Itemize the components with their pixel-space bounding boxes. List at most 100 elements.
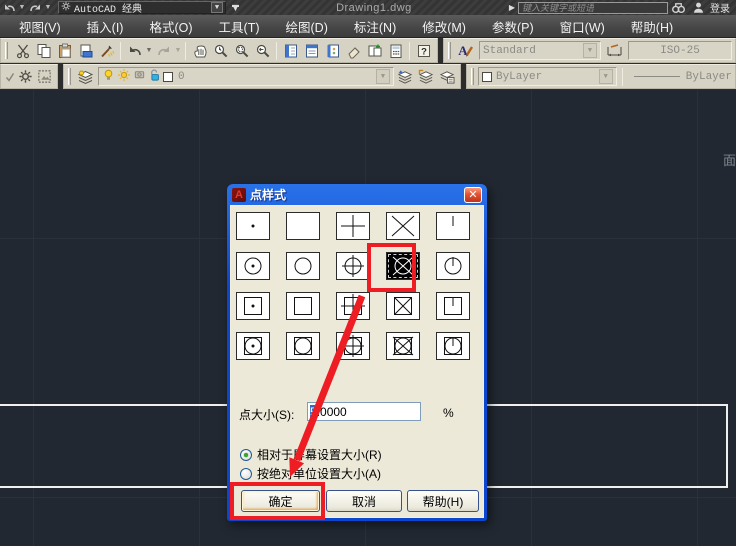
point-style-cell-circle-square-dot[interactable] bbox=[236, 332, 270, 360]
toolbar-grip[interactable] bbox=[471, 68, 474, 85]
dialog-titlebar[interactable]: A 点样式 ✕ bbox=[230, 184, 484, 205]
point-style-cell-square-tick[interactable] bbox=[436, 292, 470, 320]
match-properties-icon[interactable] bbox=[96, 40, 117, 61]
make-object-layer-current-icon[interactable] bbox=[394, 66, 415, 87]
sheet-set-manager-icon[interactable] bbox=[343, 40, 364, 61]
text-style-icon[interactable]: A bbox=[455, 40, 476, 61]
help-button[interactable]: 帮助(H) bbox=[407, 490, 479, 512]
dim-style-select[interactable]: ISO-25 bbox=[628, 41, 732, 60]
text-style-select[interactable]: Standard ▼ bbox=[479, 41, 601, 60]
help-icon[interactable]: ? bbox=[413, 40, 434, 61]
menu-insert[interactable]: 插入(I) bbox=[74, 14, 137, 39]
point-style-cell-tick[interactable] bbox=[436, 212, 470, 240]
point-style-cell-circle-dot[interactable] bbox=[236, 252, 270, 280]
layer-unlock-icon[interactable] bbox=[148, 68, 161, 86]
point-style-cell-dot[interactable] bbox=[236, 212, 270, 240]
chevron-down-icon[interactable]: ▼ bbox=[598, 69, 613, 84]
radio-absolute-units[interactable] bbox=[240, 467, 252, 480]
designcenter-icon[interactable] bbox=[301, 40, 322, 61]
layer-states-manager-icon[interactable] bbox=[436, 66, 457, 87]
copy-icon[interactable] bbox=[33, 40, 54, 61]
layer-properties-manager-icon[interactable] bbox=[75, 66, 96, 87]
toolbar-grip[interactable] bbox=[448, 42, 451, 59]
paste-icon[interactable] bbox=[54, 40, 75, 61]
point-style-cell-cross[interactable] bbox=[386, 212, 420, 240]
undo-icon[interactable] bbox=[124, 40, 145, 61]
undo-icon[interactable] bbox=[0, 1, 18, 14]
menu-view[interactable]: 视图(V) bbox=[6, 14, 74, 39]
point-style-cell-blank[interactable] bbox=[286, 212, 320, 240]
login-button[interactable]: 登录 bbox=[710, 0, 730, 15]
layer-color-swatch[interactable] bbox=[163, 71, 173, 82]
pan-hand-icon[interactable] bbox=[189, 40, 210, 61]
autocad-window: ▼ ▼ AutoCAD 经典 ▼ ▬ ▼ Drawing1.dwg ▶ 键入关键字… bbox=[0, 0, 736, 546]
cancel-button[interactable]: 取消 bbox=[326, 490, 402, 512]
markup-set-manager-icon[interactable] bbox=[364, 40, 385, 61]
point-style-cell-circle-square[interactable] bbox=[286, 332, 320, 360]
dim-style-icon[interactable] bbox=[604, 40, 625, 61]
layer-plot-icon[interactable] bbox=[133, 68, 146, 85]
grid-line bbox=[697, 90, 698, 546]
grid-line bbox=[531, 90, 532, 546]
menu-draw[interactable]: 绘图(D) bbox=[273, 14, 341, 39]
layer-on-lightbulb-icon[interactable] bbox=[102, 68, 115, 86]
point-style-cell-circle-square-cross[interactable] bbox=[386, 332, 420, 360]
color-select[interactable]: ByLayer ▼ bbox=[477, 67, 617, 86]
linetype-value: ByLayer bbox=[685, 70, 732, 83]
point-style-cell-circle-tick[interactable] bbox=[436, 252, 470, 280]
workspace-settings-gear-icon[interactable] bbox=[16, 66, 35, 87]
layer-previous-icon[interactable] bbox=[415, 66, 436, 87]
point-style-cell-circle-plus[interactable] bbox=[336, 252, 370, 280]
cut-icon[interactable] bbox=[12, 40, 33, 61]
workspaces-toolbar bbox=[0, 64, 58, 89]
redo-dropdown-icon[interactable]: ▼ bbox=[44, 4, 52, 11]
zoom-window-icon[interactable] bbox=[231, 40, 252, 61]
point-style-cell-square-cross[interactable] bbox=[386, 292, 420, 320]
radio-relative-to-screen[interactable] bbox=[240, 448, 252, 461]
ok-button[interactable]: 确定 bbox=[241, 490, 320, 512]
properties-palette-icon[interactable] bbox=[280, 40, 301, 61]
layer-select[interactable]: 0 ▼ bbox=[98, 67, 394, 86]
redo-icon[interactable] bbox=[26, 1, 44, 14]
point-style-cell-circle-square-plus[interactable] bbox=[336, 332, 370, 360]
point-size-input[interactable]: 5.0000 bbox=[307, 402, 421, 421]
expand-arrow-icon[interactable]: ▶ bbox=[509, 3, 515, 12]
menu-help[interactable]: 帮助(H) bbox=[618, 14, 686, 39]
menu-modify[interactable]: 修改(M) bbox=[409, 14, 479, 39]
chevron-down-icon[interactable]: ▼ bbox=[211, 2, 223, 13]
menu-parametric[interactable]: 参数(P) bbox=[479, 14, 547, 39]
point-style-cell-plus[interactable] bbox=[336, 212, 370, 240]
point-style-cell-square-dot[interactable] bbox=[236, 292, 270, 320]
tool-palettes-icon[interactable] bbox=[322, 40, 343, 61]
zoom-realtime-icon[interactable] bbox=[210, 40, 231, 61]
chevron-down-icon[interactable]: ▼ bbox=[376, 69, 390, 84]
point-style-cell-circle-cross[interactable] bbox=[386, 252, 420, 280]
chevron-down-icon[interactable]: ▼ bbox=[583, 43, 597, 58]
redo-icon[interactable] bbox=[153, 40, 174, 61]
menu-dimension[interactable]: 标注(N) bbox=[341, 14, 409, 39]
menu-tools[interactable]: 工具(T) bbox=[206, 14, 273, 39]
dialog-body: 点大小(S): 5.0000 % 相对于屏幕设置大小(R) 按绝对单位设置大小(… bbox=[230, 205, 484, 518]
toolbar-grip[interactable] bbox=[68, 68, 71, 85]
point-style-cell-square[interactable] bbox=[286, 292, 320, 320]
user-icon[interactable] bbox=[692, 1, 705, 14]
toolbar-grip[interactable] bbox=[5, 42, 8, 59]
named-views-icon[interactable] bbox=[35, 66, 54, 87]
undo-dropdown-icon[interactable]: ▼ bbox=[18, 4, 26, 11]
undo-dropdown-icon[interactable]: ▼ bbox=[145, 47, 153, 54]
toolbar-overflow-icon[interactable]: ▬ ▼ bbox=[232, 2, 239, 13]
redo-dropdown-icon[interactable]: ▼ bbox=[174, 47, 182, 54]
search-input[interactable]: 键入关键字或短语 bbox=[518, 1, 668, 14]
quickcalc-icon[interactable] bbox=[385, 40, 406, 61]
close-icon[interactable]: ✕ bbox=[464, 186, 482, 203]
point-style-cell-circle-square-tick[interactable] bbox=[436, 332, 470, 360]
point-style-cell-square-plus[interactable] bbox=[336, 292, 370, 320]
menu-format[interactable]: 格式(O) bbox=[136, 14, 205, 39]
menu-window[interactable]: 窗口(W) bbox=[547, 14, 618, 39]
search-binoculars-icon[interactable] bbox=[671, 1, 686, 14]
point-style-cell-circle[interactable] bbox=[286, 252, 320, 280]
layer-thaw-sun-icon[interactable] bbox=[117, 68, 131, 86]
zoom-previous-icon[interactable] bbox=[252, 40, 273, 61]
copy-with-base-point-icon[interactable] bbox=[75, 40, 96, 61]
workspace-dropdown[interactable]: AutoCAD 经典 ▼ bbox=[58, 1, 226, 16]
